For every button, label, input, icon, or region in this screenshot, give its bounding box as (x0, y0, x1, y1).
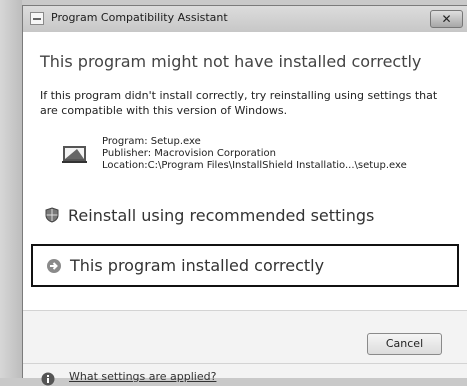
arrow-right-icon (47, 259, 61, 273)
description-text: If this program didn't install correctly… (40, 89, 438, 117)
reinstall-option[interactable]: Reinstall using recommended settings (31, 196, 455, 236)
installed-correctly-label: This program installed correctly (70, 256, 325, 275)
installed-correctly-option[interactable]: This program installed correctly (31, 244, 459, 287)
program-name: Program: Setup.exe (102, 136, 201, 147)
background-window-edge (0, 0, 22, 378)
headline: This program might not have installed co… (40, 52, 422, 71)
installer-icon (62, 146, 87, 163)
title-bar[interactable]: Program Compatibility Assistant ✕ (23, 6, 467, 33)
publisher-name: Publisher: Macrovision Corporation (102, 148, 276, 159)
window-title: Program Compatibility Assistant (51, 11, 228, 24)
close-button[interactable]: ✕ (430, 10, 463, 28)
info-icon (41, 372, 55, 386)
dialog-content: This program might not have installed co… (23, 32, 467, 310)
shield-icon (45, 207, 59, 223)
help-divider (23, 363, 467, 364)
footer-divider (23, 310, 467, 311)
reinstall-option-label: Reinstall using recommended settings (68, 206, 375, 225)
settings-help-link[interactable]: What settings are applied? (69, 370, 216, 383)
program-details: Program: Setup.exe Publisher: Macrovisio… (102, 136, 407, 172)
program-compatibility-dialog: Program Compatibility Assistant ✕ This p… (22, 5, 467, 386)
app-icon (30, 12, 44, 25)
cancel-button[interactable]: Cancel (367, 333, 442, 355)
program-location: Location:C:\Program Files\InstallShield … (102, 160, 407, 171)
